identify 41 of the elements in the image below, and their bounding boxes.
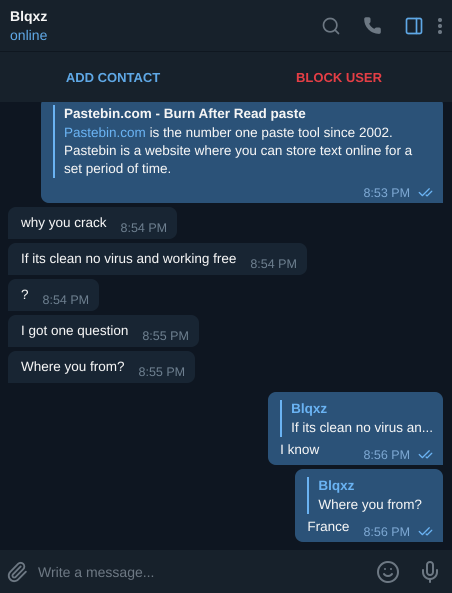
search-button[interactable] bbox=[321, 16, 341, 36]
message-text: France bbox=[307, 518, 350, 536]
reply-quote[interactable]: Blqxz Where you from? bbox=[307, 477, 433, 514]
message-time: 8:55 PM bbox=[138, 365, 186, 379]
preview-description: Pastebin.com is the number one paste tool since 2002. Pastebin is a website where you can store text online for a set period of time. bbox=[64, 124, 414, 178]
message-time: 8:53 PM bbox=[363, 186, 410, 200]
search-icon bbox=[321, 16, 341, 36]
side-panel-icon bbox=[404, 16, 424, 36]
message-input[interactable]: Write a message... bbox=[38, 564, 366, 580]
message-time: 8:55 PM bbox=[142, 329, 189, 343]
message-time: 8:54 PM bbox=[42, 293, 90, 307]
more-button[interactable] bbox=[438, 18, 442, 34]
message-text: I got one question bbox=[21, 322, 128, 340]
message-text: ? bbox=[21, 286, 29, 304]
contact-name: Blqxz bbox=[10, 8, 48, 24]
message-text: Where you from? bbox=[21, 358, 125, 376]
message-text: why you crack bbox=[21, 214, 107, 232]
emoji-button[interactable] bbox=[376, 560, 400, 584]
preview-title: Pastebin.com - Burn After Read paste bbox=[64, 105, 307, 122]
message-text: I know bbox=[280, 441, 320, 459]
preview-link[interactable]: Pastebin.com bbox=[64, 125, 146, 140]
message-time: 8:56 PM bbox=[363, 524, 410, 538]
smiley-icon bbox=[376, 560, 400, 584]
add-contact-button[interactable]: ADD CONTACT bbox=[0, 52, 226, 102]
paperclip-icon bbox=[6, 560, 28, 582]
message-time: 8:54 PM bbox=[250, 257, 297, 271]
message-text: If its clean no virus and working free bbox=[21, 250, 236, 268]
block-user-button[interactable]: BLOCK USER bbox=[226, 52, 452, 102]
reply-text: Where you from? bbox=[318, 496, 423, 514]
call-button[interactable] bbox=[363, 16, 382, 35]
message-time: 8:56 PM bbox=[363, 448, 410, 462]
message-time: 8:54 PM bbox=[120, 221, 168, 235]
attach-button[interactable] bbox=[6, 560, 28, 582]
reply-author: Blqxz bbox=[291, 400, 328, 417]
more-icon bbox=[438, 18, 442, 34]
side-panel-button[interactable] bbox=[404, 16, 424, 36]
contact-status: online bbox=[10, 27, 48, 43]
phone-icon bbox=[363, 16, 382, 35]
reply-text: If its clean no virus an... bbox=[291, 419, 433, 437]
reply-quote[interactable]: Blqxz If its clean no virus an... bbox=[280, 400, 433, 437]
reply-author: Blqxz bbox=[318, 477, 356, 494]
